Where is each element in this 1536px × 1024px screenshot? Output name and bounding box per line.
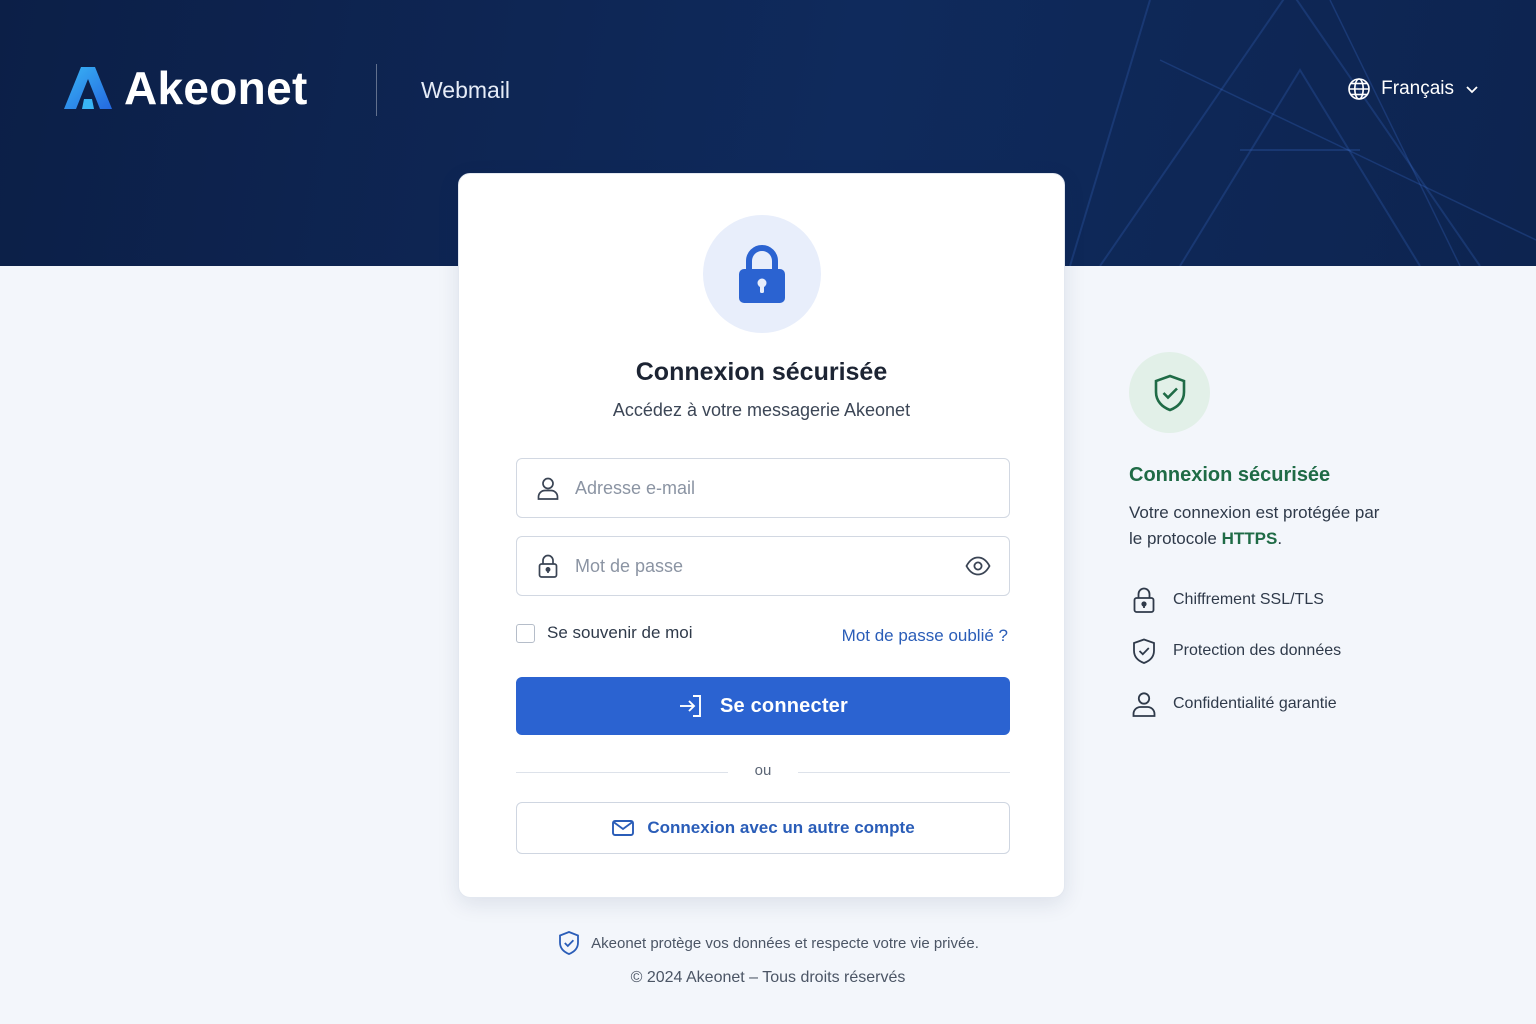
shield-check-icon [1154, 374, 1185, 411]
akeonet-logo-icon [64, 67, 112, 109]
remember-me[interactable]: Se souvenir de moi [516, 622, 693, 644]
feature-label: Chiffrement SSL/TLS [1173, 591, 1324, 608]
eye-icon[interactable] [965, 555, 991, 577]
security-description: Votre connexion est protégée par le prot… [1129, 500, 1389, 552]
feature-label: Protection des données [1173, 642, 1342, 659]
lock-icon [1133, 587, 1155, 613]
separator-line-right [798, 772, 1010, 773]
privacy-text: Akeonet protège vos données et respecte … [591, 934, 979, 952]
login-button[interactable]: Se connecter [516, 677, 1010, 735]
lock-badge [703, 215, 821, 333]
remember-me-checkbox[interactable] [516, 623, 535, 643]
header-divider [376, 64, 377, 116]
sign-in-icon [679, 695, 701, 717]
shield-badge [1129, 352, 1210, 433]
privacy-notice: Akeonet protège vos données et respecte … [0, 930, 1536, 956]
password-field[interactable] [516, 536, 1010, 596]
or-separator: ou [516, 762, 1010, 784]
shield-check-icon [559, 931, 580, 955]
protocol-name: HTTPS [1221, 529, 1278, 548]
alt-login-button[interactable]: Connexion avec un autre compte [516, 802, 1010, 854]
language-selector[interactable]: Français [1347, 74, 1480, 104]
protocol-suffix: . [1277, 529, 1283, 548]
mail-icon [612, 820, 635, 836]
product-name: Webmail [421, 77, 511, 103]
password-input[interactable] [575, 537, 945, 595]
brand-name: Akeonet [124, 62, 308, 114]
language-label: Français [1381, 78, 1454, 99]
login-button-label: Se connecter [719, 694, 848, 717]
shield-check-icon [1133, 638, 1155, 664]
feature-ssl: Chiffrement SSL/TLS [1131, 586, 1324, 614]
email-field[interactable] [516, 458, 1010, 518]
chevron-down-icon [1466, 86, 1478, 94]
user-icon [537, 477, 559, 500]
brand-logo[interactable]: Akeonet [62, 64, 308, 112]
lock-icon [538, 554, 558, 578]
forgot-password-link[interactable]: Mot de passe oublié ? [842, 626, 1008, 646]
user-icon [1132, 692, 1156, 717]
remember-me-label: Se souvenir de moi [547, 623, 693, 642]
alt-login-label: Connexion avec un autre compte [647, 818, 915, 837]
email-input[interactable] [575, 459, 945, 517]
feature-privacy: Confidentialité garantie [1131, 690, 1337, 718]
login-subtitle: Accédez à votre messagerie Akeonet [612, 400, 911, 420]
feature-data-protection: Protection des données [1131, 637, 1341, 665]
padlock-icon [739, 245, 785, 303]
security-title: Connexion sécurisée [1129, 464, 1331, 486]
copyright: © 2024 Akeonet – Tous droits réservés [630, 969, 906, 986]
login-title: Connexion sécurisée [635, 358, 888, 386]
login-card: Connexion sécurisée Accédez à votre mess… [458, 173, 1065, 898]
feature-label: Confidentialité garantie [1173, 695, 1337, 712]
globe-icon [1348, 78, 1370, 100]
separator-text: ou [754, 762, 772, 779]
